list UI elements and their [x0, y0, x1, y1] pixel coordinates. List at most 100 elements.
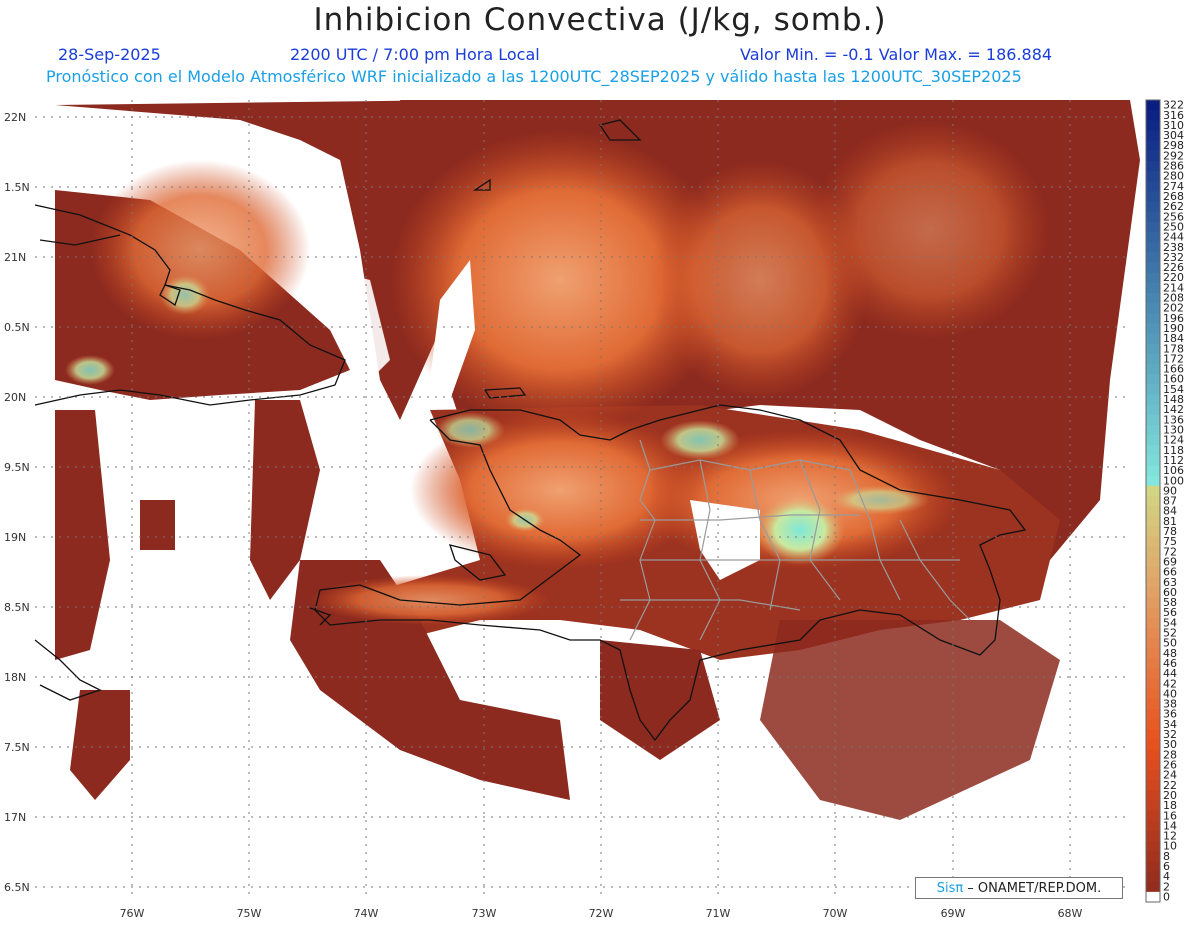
- lon-label: 68W: [1058, 907, 1083, 920]
- colorbar-swatch: [1146, 292, 1160, 304]
- chart-title: Inhibicion Convectiva (J/kg, somb.): [313, 2, 887, 38]
- colorbar-swatch: [1146, 363, 1160, 375]
- credit-box: Sisπ – ONAMET/REP.DOM.: [915, 877, 1123, 899]
- colorbar-swatch: [1146, 526, 1160, 538]
- cin-field: [55, 100, 1140, 820]
- colorbar-swatch: [1146, 181, 1160, 192]
- colorbar-swatch: [1146, 597, 1160, 609]
- colorbar-swatch: [1146, 394, 1160, 406]
- colorbar-swatch: [1146, 698, 1160, 710]
- colorbar-swatch: [1146, 556, 1160, 568]
- colorbar-swatch: [1146, 506, 1160, 517]
- lat-label: 6.5N: [4, 881, 30, 894]
- colorbar-swatch: [1146, 759, 1160, 771]
- colorbar-swatch: [1146, 424, 1160, 436]
- map-canvas: 22N 1.5N 21N 0.5N 20N 9.5N 19N 8.5N 18N …: [4, 99, 1184, 920]
- lon-label: 69W: [941, 907, 966, 920]
- min-max-values: Valor Min. = -0.1 Valor Max. = 186.884: [740, 45, 1053, 64]
- lat-label: 18N: [4, 671, 26, 684]
- lon-labels: 76W 75W 74W 73W 72W 71W 70W 69W 68W: [120, 907, 1083, 920]
- colorbar-swatch: [1146, 566, 1160, 578]
- colorbar-swatch: [1146, 617, 1160, 629]
- colorbar-swatch: [1146, 262, 1160, 274]
- colorbar-swatch: [1146, 607, 1160, 619]
- colorbar-swatch: [1146, 881, 1160, 893]
- colorbar-swatch: [1146, 475, 1160, 487]
- colorbar-swatch: [1146, 658, 1160, 669]
- colorbar-swatch: [1146, 485, 1160, 497]
- colorbar-swatch: [1146, 536, 1160, 548]
- colorbar-swatch: [1146, 343, 1160, 355]
- colorbar-swatch: [1146, 770, 1160, 781]
- colorbar-swatch: [1146, 150, 1160, 162]
- colorbar-swatch: [1146, 201, 1160, 213]
- lon-label: 74W: [354, 907, 379, 920]
- colorbar-swatch: [1146, 495, 1160, 507]
- credit-text: – ONAMET/REP.DOM.: [967, 880, 1102, 896]
- colorbar-swatch: [1146, 445, 1160, 456]
- colorbar-swatch: [1146, 577, 1160, 588]
- colorbar-swatch: [1146, 830, 1160, 842]
- colorbar-swatch: [1146, 272, 1160, 284]
- lon-label: 75W: [237, 907, 262, 920]
- colorbar-swatch: [1146, 516, 1160, 527]
- colorbar-swatch: [1146, 891, 1160, 903]
- colorbar-swatch: [1146, 191, 1160, 203]
- colorbar-swatch: [1146, 648, 1160, 659]
- colorbar-label: 0: [1163, 890, 1170, 903]
- forecast-date: 28-Sep-2025: [58, 45, 161, 64]
- colorbar-swatch: [1146, 668, 1160, 680]
- colorbar-swatch: [1146, 719, 1160, 730]
- lat-label: 7.5N: [4, 741, 30, 754]
- colorbar-swatch: [1146, 231, 1160, 243]
- colorbar-swatch: [1146, 841, 1160, 852]
- lat-label: 19N: [4, 531, 26, 544]
- colorbar-swatch: [1146, 790, 1160, 801]
- colorbar-swatch: [1146, 800, 1160, 812]
- colorbar-swatch: [1146, 739, 1160, 751]
- colorbar-swatch: [1146, 242, 1160, 253]
- sis-logo: Sisπ: [936, 880, 964, 896]
- lat-labels: 22N 1.5N 21N 0.5N 20N 9.5N 19N 8.5N 18N …: [4, 111, 30, 894]
- colorbar-swatch: [1146, 120, 1160, 131]
- colorbar-swatch: [1146, 252, 1160, 263]
- colorbar-swatch: [1146, 871, 1160, 883]
- lon-label: 71W: [706, 907, 731, 920]
- lat-label: 22N: [4, 111, 26, 124]
- colorbar-swatch: [1146, 353, 1160, 365]
- colorbar-swatch: [1146, 110, 1160, 121]
- colorbar-swatch: [1146, 313, 1160, 324]
- colorbar-swatch: [1146, 374, 1160, 385]
- colorbar-swatch: [1146, 678, 1160, 690]
- colorbar-swatch: [1146, 435, 1160, 446]
- model-info: Pronóstico con el Modelo Atmosférico WRF…: [46, 67, 1022, 86]
- colorbar-swatch: [1146, 303, 1160, 314]
- colorbar-swatch: [1146, 282, 1160, 294]
- colorbar-swatch: [1146, 221, 1160, 233]
- forecast-time: 2200 UTC / 7:00 pm Hora Local: [290, 45, 540, 64]
- colorbar-swatch: [1146, 587, 1160, 598]
- colorbar-swatch: [1146, 455, 1160, 466]
- colorbar-swatch: [1146, 627, 1160, 639]
- lon-label: 70W: [823, 907, 848, 920]
- colorbar-swatch: [1146, 211, 1160, 223]
- lat-label: 9.5N: [4, 461, 30, 474]
- lon-label: 76W: [120, 907, 145, 920]
- lat-label: 1.5N: [4, 181, 30, 194]
- colorbar-swatch: [1146, 780, 1160, 791]
- colorbar-swatch: [1146, 323, 1160, 334]
- colorbar-swatch: [1146, 100, 1160, 111]
- colorbar-swatch: [1146, 414, 1160, 426]
- lat-label: 0.5N: [4, 321, 30, 334]
- colorbar-swatch: [1146, 140, 1160, 152]
- colorbar-swatch: [1146, 851, 1160, 862]
- colorbar-swatch: [1146, 688, 1160, 700]
- lat-label: 21N: [4, 251, 26, 264]
- lon-label: 72W: [589, 907, 614, 920]
- lat-label: 20N: [4, 391, 26, 404]
- colorbar-swatch: [1146, 729, 1160, 741]
- colorbar-swatch: [1146, 333, 1160, 345]
- colorbar-swatch: [1146, 749, 1160, 761]
- colorbar-swatch: [1146, 709, 1160, 720]
- colorbar-swatch: [1146, 384, 1160, 395]
